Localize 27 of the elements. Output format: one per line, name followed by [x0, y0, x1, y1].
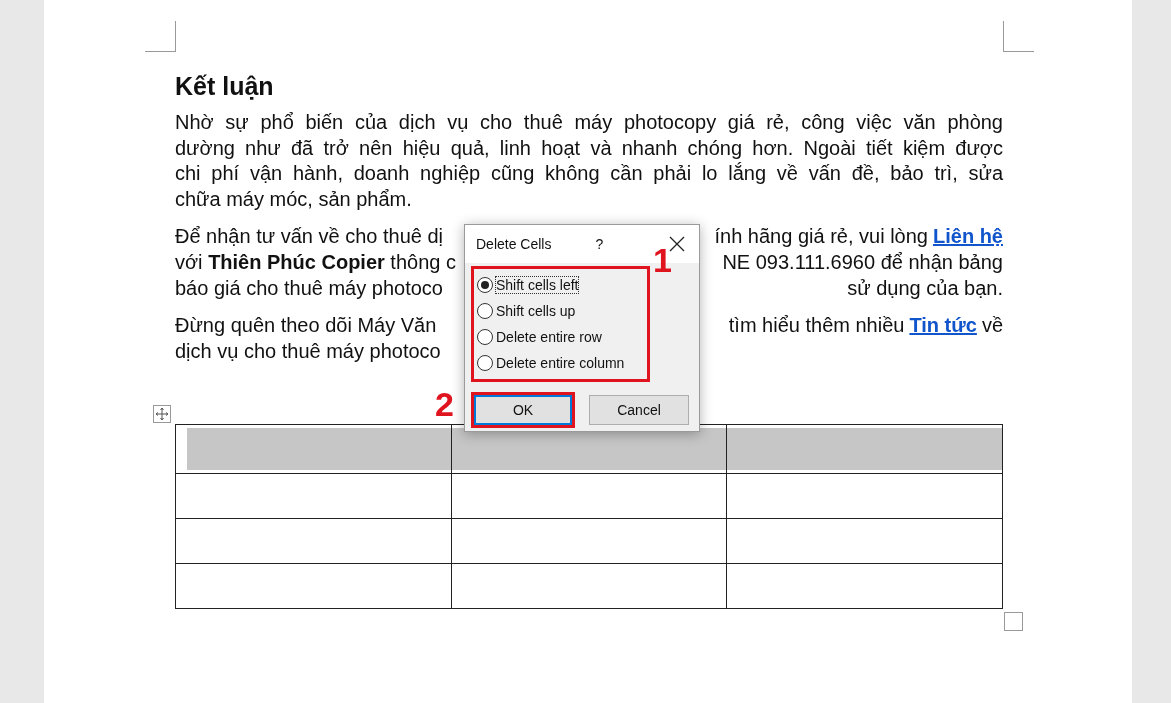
radio-option[interactable]: Delete entire row [477, 324, 644, 350]
radio-option[interactable]: Delete entire column [477, 350, 644, 376]
radio-option[interactable]: Shift cells up [477, 298, 644, 324]
text-line: chi phí vận hành, doanh nghiệp cũng không cần phải lo lắng về vấn đề, bảo trì, sửa [175, 161, 1003, 187]
text-fragment: ính hãng giá rẻ, vui lòng [714, 224, 928, 250]
radio-option[interactable]: Shift cells left [477, 272, 644, 298]
text-line: chữa máy móc, sản phẩm. [175, 186, 413, 212]
text-fragment: về [981, 313, 1003, 339]
text-fragment: với Thiên Phúc Copier thông c [175, 249, 456, 275]
section-heading: Kết luận [175, 71, 275, 102]
help-button[interactable]: ? [595, 236, 604, 252]
text-fragment: NE 093.111.6960 để nhận bảng [722, 249, 1003, 275]
dialog-title: Delete Cells [476, 236, 552, 252]
dialog-button[interactable]: OK [474, 395, 572, 425]
text-fragment: sử dụng của bạn. [847, 275, 1003, 301]
text-line: Nhờ sự phổ biến của dịch vụ cho thuê máy photocopy giá rẻ, công việc văn phòng [175, 110, 1003, 135]
text-fragment: Đừng quên theo dõi Máy Văn [175, 313, 437, 339]
hyperlink[interactable]: Tin tức [909, 313, 977, 339]
text-line: dường như đã trở nên hiệu quả, linh hoạt và nhanh chóng hơn. Ngoài tiết kiệm được [175, 135, 1003, 161]
dialog-button[interactable]: Cancel [589, 395, 689, 425]
text-fragment: dịch vụ cho thuê máy photoco [175, 338, 441, 364]
callout-number: 2 [435, 387, 454, 421]
text-fragment: Để nhận tư vấn về cho thuê dị [175, 224, 443, 250]
text-fragment: tìm hiểu thêm nhiều [728, 313, 905, 339]
callout-number: 1 [653, 243, 672, 277]
hyperlink[interactable]: Liên hệ [933, 224, 1003, 250]
text-fragment: báo giá cho thuê máy photoco [175, 275, 443, 301]
